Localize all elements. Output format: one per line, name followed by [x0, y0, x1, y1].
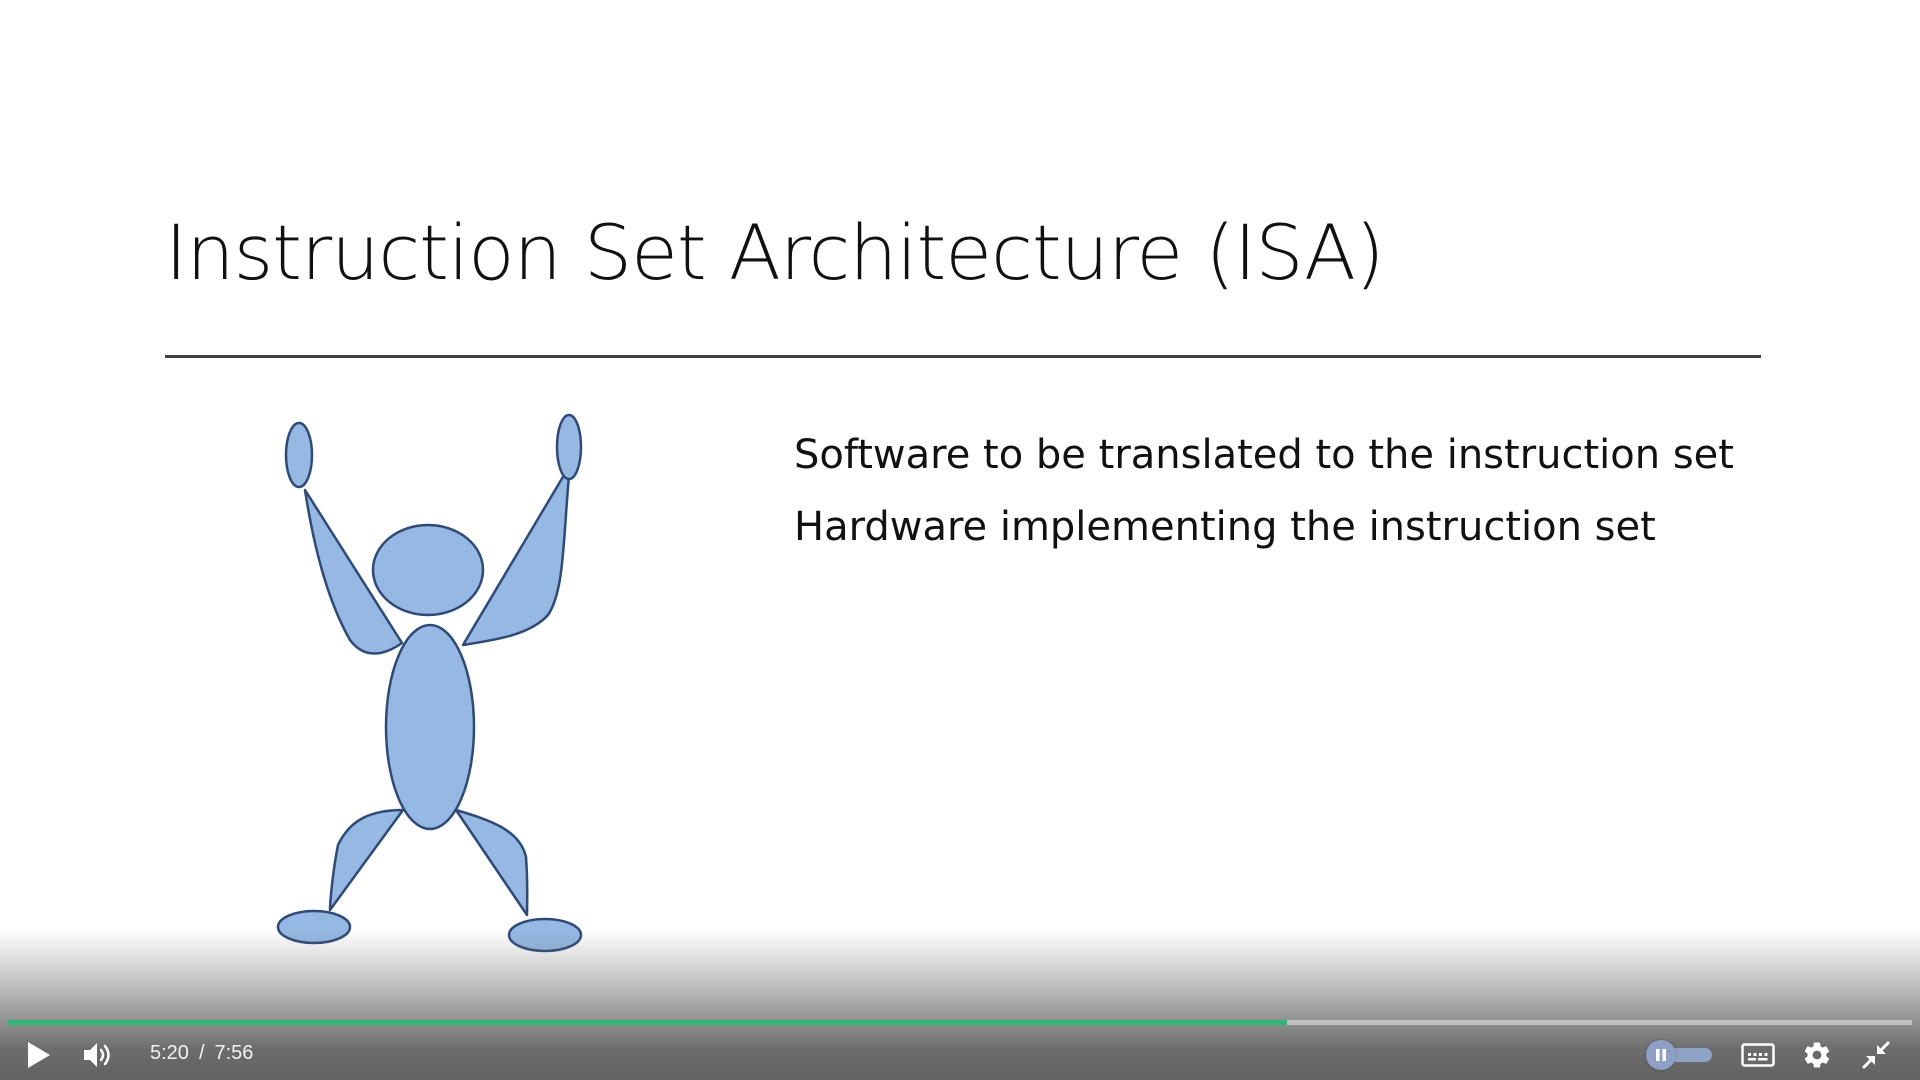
current-time: 5:20	[150, 1042, 189, 1064]
duration: 7:56	[214, 1042, 254, 1064]
stick-figure-illustration	[276, 413, 583, 953]
captions-icon	[1741, 1043, 1775, 1067]
captions-button[interactable]	[1738, 1038, 1778, 1072]
player-controls-backdrop	[0, 930, 1920, 1080]
play-icon	[28, 1042, 50, 1068]
exit-fullscreen-icon	[1862, 1041, 1890, 1069]
bullet-software: Software to be translated to the instruc…	[794, 432, 1734, 478]
title-divider	[165, 355, 1761, 358]
exit-fullscreen-button[interactable]	[1856, 1036, 1896, 1074]
gear-icon	[1804, 1042, 1830, 1068]
pause-toggle[interactable]	[1646, 1040, 1716, 1070]
time-display: 5:20 / 7:56	[150, 1043, 253, 1063]
video-frame: Instruction Set Architecture (ISA) Softw…	[0, 0, 1920, 1080]
time-separator: /	[198, 1042, 205, 1064]
toggle-knob	[1646, 1040, 1676, 1070]
volume-icon	[84, 1043, 110, 1067]
bullet-hardware: Hardware implementing the instruction se…	[794, 504, 1656, 550]
volume-button[interactable]	[78, 1036, 120, 1074]
play-button[interactable]	[20, 1036, 58, 1074]
progress-bar[interactable]	[8, 1020, 1912, 1025]
pause-icon	[1656, 1049, 1666, 1061]
settings-button[interactable]	[1797, 1036, 1837, 1074]
progress-fill	[8, 1020, 1288, 1025]
slide-title: Instruction Set Architecture (ISA)	[165, 208, 1385, 297]
